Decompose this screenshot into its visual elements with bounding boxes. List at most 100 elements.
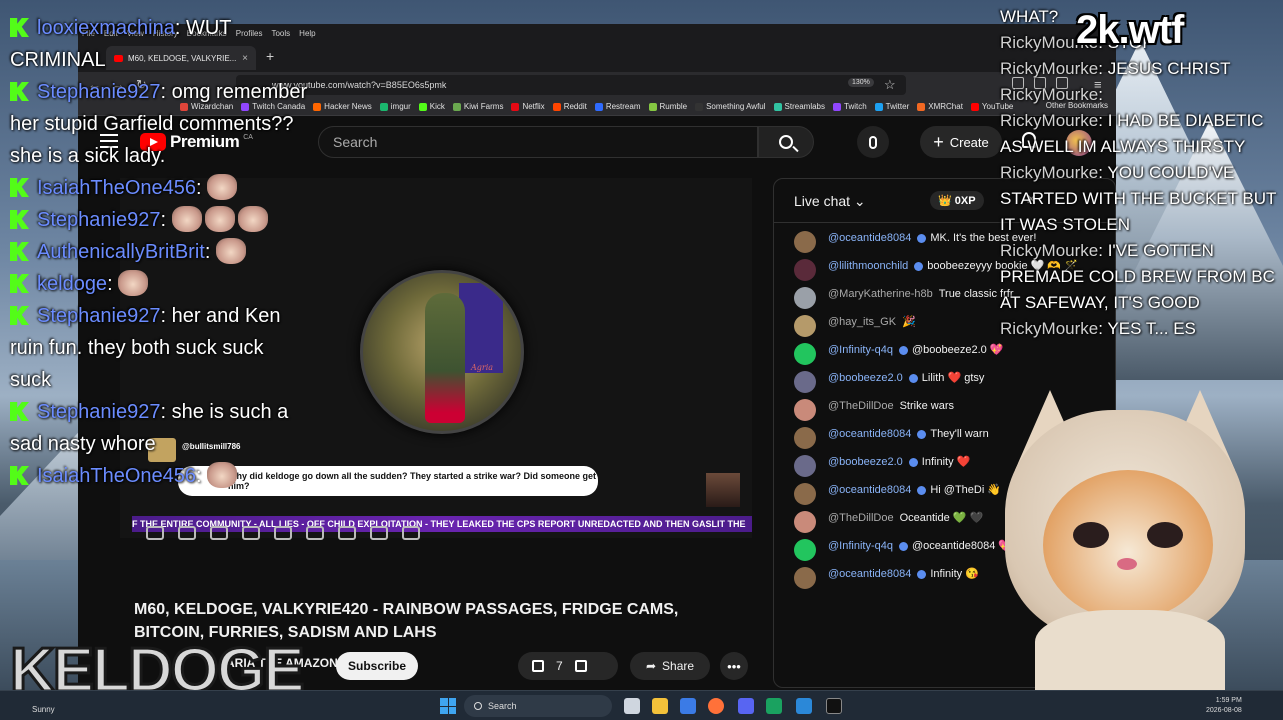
more-actions-button[interactable]: ••• bbox=[720, 652, 748, 680]
chat-avatar[interactable] bbox=[794, 427, 816, 449]
like-icon[interactable] bbox=[532, 660, 544, 672]
edge-icon[interactable] bbox=[680, 698, 696, 714]
windows-taskbar: Sunny Search 1:59 PM 2026-08-08 bbox=[0, 690, 1283, 720]
add-icon[interactable] bbox=[338, 526, 356, 540]
bookmark-item[interactable]: Twitch bbox=[831, 102, 869, 111]
bookmark-item[interactable]: XMRChat bbox=[915, 102, 965, 111]
miniplayer-icon[interactable] bbox=[274, 526, 292, 540]
speed-icon[interactable] bbox=[306, 526, 324, 540]
chat-author[interactable]: @MaryKatherine-h8b bbox=[828, 288, 933, 300]
bookmark-item[interactable]: Kick bbox=[417, 102, 447, 111]
chat-author[interactable]: @oceantide8084 bbox=[828, 568, 911, 580]
chat-avatar[interactable] bbox=[794, 287, 816, 309]
chat-avatar[interactable] bbox=[794, 511, 816, 533]
share-label: Share bbox=[662, 659, 695, 673]
stream-chat-message: RickyMourke: YES T... ES bbox=[1000, 316, 1283, 342]
bookmark-item[interactable]: Hacker News bbox=[311, 102, 374, 111]
separator: : bbox=[1098, 241, 1108, 260]
chat-author[interactable]: @Infinity-q4q bbox=[828, 344, 893, 356]
separator: : bbox=[160, 401, 172, 423]
bookmark-favicon-icon bbox=[917, 102, 926, 111]
firefox-icon[interactable] bbox=[708, 698, 724, 714]
stream-chat-message: RickyMourke: I HAD BE DIABETIC AS WELL I… bbox=[1000, 108, 1283, 160]
file-explorer-icon[interactable] bbox=[652, 698, 668, 714]
cat-emote-icon bbox=[207, 174, 238, 200]
search-input[interactable]: Search bbox=[318, 126, 758, 158]
stream-chat-user: AuthenicallyBritBrit bbox=[37, 241, 205, 263]
task-view-icon[interactable] bbox=[624, 698, 640, 714]
address-bar[interactable]: www.youtube.com/watch?v=B85EO6s5pmk bbox=[236, 75, 906, 95]
chat-avatar[interactable] bbox=[794, 315, 816, 337]
subscribe-button[interactable]: Subscribe bbox=[336, 652, 418, 680]
chat-author[interactable]: @boobeeze2.0 bbox=[828, 372, 903, 384]
bookmark-favicon-icon bbox=[833, 102, 841, 111]
chat-author[interactable]: @oceantide8084 bbox=[828, 484, 911, 496]
taskbar-search-label: Search bbox=[488, 701, 517, 711]
camera-icon[interactable] bbox=[370, 526, 388, 540]
chat-avatar[interactable] bbox=[794, 259, 816, 281]
chat-author[interactable]: @oceantide8084 bbox=[828, 232, 911, 244]
create-button[interactable]: + Create bbox=[920, 126, 1002, 158]
search-button[interactable] bbox=[758, 126, 814, 158]
share-icon: ➦ bbox=[645, 659, 657, 673]
bookmark-label: Restream bbox=[605, 102, 641, 111]
chat-avatar[interactable] bbox=[794, 539, 816, 561]
chat-avatar[interactable] bbox=[794, 455, 816, 477]
chat-author[interactable]: @lilithmoonchild bbox=[828, 260, 908, 272]
chat-avatar[interactable] bbox=[794, 567, 816, 589]
settings-gear-icon[interactable] bbox=[402, 526, 420, 540]
bookmark-item[interactable]: Reddit bbox=[551, 102, 589, 111]
chat-avatar[interactable] bbox=[794, 483, 816, 505]
app-icon[interactable] bbox=[796, 698, 812, 714]
bookmark-item[interactable]: Kiwi Farms bbox=[451, 102, 506, 111]
bookmark-star-icon[interactable]: ☆ bbox=[884, 77, 896, 93]
stream-chat-user: RickyMourke bbox=[1000, 163, 1099, 182]
stream-chat-text: YES T... ES bbox=[1107, 319, 1196, 338]
chat-text: Oceantide 💚 🖤 bbox=[899, 512, 984, 524]
app-icon[interactable] bbox=[766, 698, 782, 714]
chat-author[interactable]: @Infinity-q4q bbox=[828, 540, 893, 552]
chat-avatar[interactable] bbox=[794, 399, 816, 421]
bookmark-item[interactable]: Something Awful bbox=[693, 102, 767, 111]
like-dislike-group[interactable]: 7 bbox=[518, 652, 618, 680]
chat-avatar[interactable] bbox=[794, 343, 816, 365]
restream-icon[interactable] bbox=[826, 698, 842, 714]
chat-author[interactable]: @TheDillDoe bbox=[828, 400, 894, 412]
clock[interactable]: 1:59 PM 2026-08-08 bbox=[1206, 696, 1242, 716]
bookmark-item[interactable]: Restream bbox=[593, 102, 643, 111]
bookmark-label: Twitter bbox=[885, 102, 910, 111]
windows-start-icon[interactable] bbox=[440, 698, 456, 714]
chat-avatar[interactable] bbox=[794, 231, 816, 253]
bookmark-item[interactable]: Rumble bbox=[647, 102, 690, 111]
chat-author[interactable]: @hay_its_GK bbox=[828, 316, 896, 328]
chat-author[interactable]: @TheDillDoe bbox=[828, 512, 894, 524]
discord-icon[interactable] bbox=[738, 698, 754, 714]
dislike-icon[interactable] bbox=[574, 660, 587, 672]
voice-search-button[interactable] bbox=[857, 126, 889, 158]
chat-author[interactable]: @oceantide8084 bbox=[828, 428, 911, 440]
audio-icon[interactable] bbox=[178, 526, 196, 540]
bookmark-item[interactable]: imgur bbox=[378, 102, 413, 111]
xp-badge[interactable]: 👑 0XP bbox=[930, 191, 984, 210]
bookmark-label: Netflix bbox=[522, 102, 545, 111]
bookmark-favicon-icon bbox=[695, 102, 704, 111]
stream-chat-user: RickyMourke bbox=[1000, 85, 1099, 104]
bookmark-item[interactable]: Twitter bbox=[873, 102, 912, 111]
zoom-indicator[interactable]: 130% bbox=[848, 78, 874, 87]
search-icon bbox=[779, 135, 793, 149]
weather-widget[interactable]: Sunny bbox=[32, 705, 55, 714]
chat-author[interactable]: @boobeeze2.0 bbox=[828, 456, 903, 468]
stream-chat-user: Stephanie927 bbox=[37, 81, 161, 103]
live-chat-title-dropdown[interactable]: Live chat ⌄ bbox=[794, 193, 866, 210]
loop-icon[interactable] bbox=[146, 526, 164, 540]
chat-text: Infinity 😘 bbox=[930, 568, 979, 580]
screenshot-icon[interactable] bbox=[210, 526, 228, 540]
theater-icon[interactable] bbox=[242, 526, 260, 540]
mascot-face bbox=[1043, 470, 1213, 620]
bookmark-item[interactable]: Streamlabs bbox=[772, 102, 827, 111]
chat-avatar[interactable] bbox=[794, 371, 816, 393]
taskbar-search[interactable]: Search bbox=[464, 695, 612, 717]
bookmark-favicon-icon bbox=[594, 102, 603, 111]
bookmark-item[interactable]: Netflix bbox=[509, 102, 546, 111]
share-button[interactable]: ➦ Share bbox=[630, 652, 710, 680]
